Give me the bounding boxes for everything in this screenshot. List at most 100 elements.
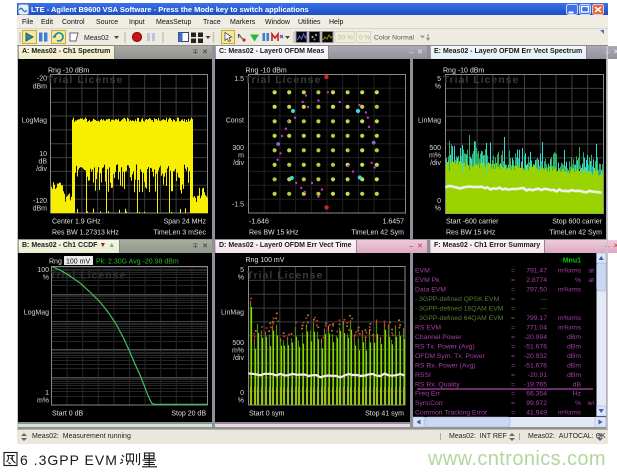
svg-text:Trial License: Trial License <box>247 270 324 282</box>
svg-text:41.949: 41.949 <box>526 410 547 417</box>
svg-text:Stop 41 sym: Stop 41 sym <box>365 411 404 418</box>
svg-text:%: % <box>435 206 441 213</box>
svg-text:1.6457: 1.6457 <box>383 219 405 226</box>
svg-text:=: = <box>511 268 515 275</box>
svg-text:797.50: 797.50 <box>526 287 547 294</box>
svg-text:m%rms: m%rms <box>558 287 582 294</box>
svg-text:/div: /div <box>233 160 244 167</box>
svg-text:500: 500 <box>232 340 244 347</box>
svg-text:%: % <box>575 400 581 407</box>
svg-text:0: 0 <box>437 198 441 205</box>
svg-text:Trial License: Trial License <box>245 74 322 86</box>
svg-text:6 .3GPP EVM: 6 .3GPP EVM <box>20 452 118 468</box>
svg-text:-120: -120 <box>33 198 47 205</box>
svg-text:-51.676: -51.676 <box>524 344 547 351</box>
svg-text:Center 1.9 GHz: Center 1.9 GHz <box>52 219 101 226</box>
svg-text:%: % <box>435 84 441 91</box>
svg-text:5: 5 <box>437 76 441 83</box>
svg-text:RS EVM: RS EVM <box>415 325 441 332</box>
svg-text:Rng -10 dBm: Rng -10 dBm <box>48 68 89 75</box>
svg-text:/div: /div <box>36 166 47 173</box>
svg-text:m%: m% <box>37 398 49 405</box>
svg-text:Common Tracking Error: Common Tracking Error <box>415 410 488 417</box>
svg-text:m%: m% <box>429 153 441 160</box>
svg-text:%: % <box>238 398 244 405</box>
svg-text:10: 10 <box>39 151 47 158</box>
svg-text:Rng -10 dBm: Rng -10 dBm <box>443 68 484 75</box>
svg-text:Start 0 dB: Start 0 dB <box>52 411 83 418</box>
svg-text:=: = <box>511 306 515 313</box>
svg-text:at: at <box>588 277 594 284</box>
svg-text:LogMag: LogMag <box>24 310 49 317</box>
svg-text:TimeLen 3 mSec: TimeLen 3 mSec <box>153 230 206 237</box>
svg-text:Trial License: Trial License <box>47 74 124 86</box>
svg-text:66.354: 66.354 <box>526 391 547 398</box>
svg-text:Start 0 sym: Start 0 sym <box>249 411 285 418</box>
svg-text:Rng -10 dBm: Rng -10 dBm <box>246 68 287 75</box>
svg-text:=: = <box>511 400 515 407</box>
svg-text:Start -600 carrier: Start -600 carrier <box>446 219 499 226</box>
svg-text:1.5: 1.5 <box>234 76 244 83</box>
svg-text:-1.646: -1.646 <box>249 219 269 226</box>
svg-text:- 3GPP-defined 64QAM EVM: - 3GPP-defined 64QAM EVM <box>415 315 504 322</box>
svg-text:RS Rx. Power (Avg): RS Rx. Power (Avg) <box>415 363 476 370</box>
svg-text:Trial License: Trial License <box>443 74 520 86</box>
svg-text:100 mV: 100 mV <box>66 259 90 266</box>
svg-text:RS Rx. Quality: RS Rx. Quality <box>415 382 460 389</box>
svg-text:-19.765: -19.765 <box>524 382 547 389</box>
svg-text:dB: dB <box>573 382 582 389</box>
svg-text:dB: dB <box>38 159 47 166</box>
svg-text:at: at <box>588 268 594 275</box>
svg-text:Meas02: Meas02 <box>84 35 109 42</box>
svg-text:Pk: 2.30G Avg -20.98 dBm: Pk: 2.30G Avg -20.98 dBm <box>96 259 179 266</box>
svg-text:Mnu1: Mnu1 <box>563 258 581 265</box>
svg-text:dBm: dBm <box>33 84 48 91</box>
svg-text:---: --- <box>540 296 547 303</box>
svg-text:%: % <box>238 275 244 282</box>
svg-text:-51.676: -51.676 <box>524 363 547 370</box>
svg-text:=: = <box>511 391 515 398</box>
svg-text:Color Normal: Color Normal <box>374 35 415 42</box>
svg-text:Stop 20 dB: Stop 20 dB <box>171 411 206 418</box>
svg-text:wi: wi <box>587 400 595 407</box>
svg-text:/div: /div <box>430 160 441 167</box>
svg-text:Channel Power: Channel Power <box>415 334 462 341</box>
svg-text:=: = <box>511 315 515 322</box>
svg-text:---: --- <box>540 306 547 313</box>
svg-text:Rng 100 mV: Rng 100 mV <box>246 257 285 264</box>
svg-text:=: = <box>511 372 515 379</box>
svg-text:Const: Const <box>226 118 244 125</box>
svg-text:300: 300 <box>232 145 244 152</box>
svg-text:791.47: 791.47 <box>526 268 547 275</box>
svg-text:Freq Err: Freq Err <box>415 391 441 398</box>
svg-text:=: = <box>511 344 515 351</box>
svg-text:Rng: Rng <box>49 259 62 266</box>
svg-text:Data EVM: Data EVM <box>415 287 446 294</box>
svg-text:=: = <box>511 296 515 303</box>
svg-text:=: = <box>511 287 515 294</box>
svg-text:50 %: 50 % <box>338 35 353 42</box>
svg-text:500: 500 <box>429 145 441 152</box>
svg-text:TimeLen 42 Sym: TimeLen 42 Sym <box>549 230 602 237</box>
svg-text:=: = <box>511 325 515 332</box>
svg-text:m: m <box>238 153 244 160</box>
svg-text:RS Tx. Power (Avg): RS Tx. Power (Avg) <box>415 344 475 351</box>
svg-text:/div: /div <box>233 355 244 362</box>
svg-text:SyncCorr: SyncCorr <box>415 400 444 407</box>
svg-text:=: = <box>511 382 515 389</box>
svg-text:dBm: dBm <box>33 206 48 213</box>
svg-text:m%rms: m%rms <box>558 315 582 322</box>
svg-text:LinMag: LinMag <box>221 310 244 317</box>
svg-text:771.04: 771.04 <box>526 325 547 332</box>
svg-text:=: = <box>511 277 515 284</box>
svg-text:-20.994: -20.994 <box>524 334 547 341</box>
svg-text:m%rms: m%rms <box>558 268 582 275</box>
svg-text:- 3GPP-defined 16QAM EVM: - 3GPP-defined 16QAM EVM <box>415 306 504 313</box>
svg-text:Span 24 MHz: Span 24 MHz <box>164 219 207 226</box>
svg-text:Hz: Hz <box>573 391 582 398</box>
svg-text:-20.91: -20.91 <box>528 372 547 379</box>
svg-text:dBm: dBm <box>567 372 581 379</box>
svg-text:=: = <box>511 363 515 370</box>
svg-text:EVM: EVM <box>415 268 430 275</box>
svg-text:dBm: dBm <box>567 363 581 370</box>
